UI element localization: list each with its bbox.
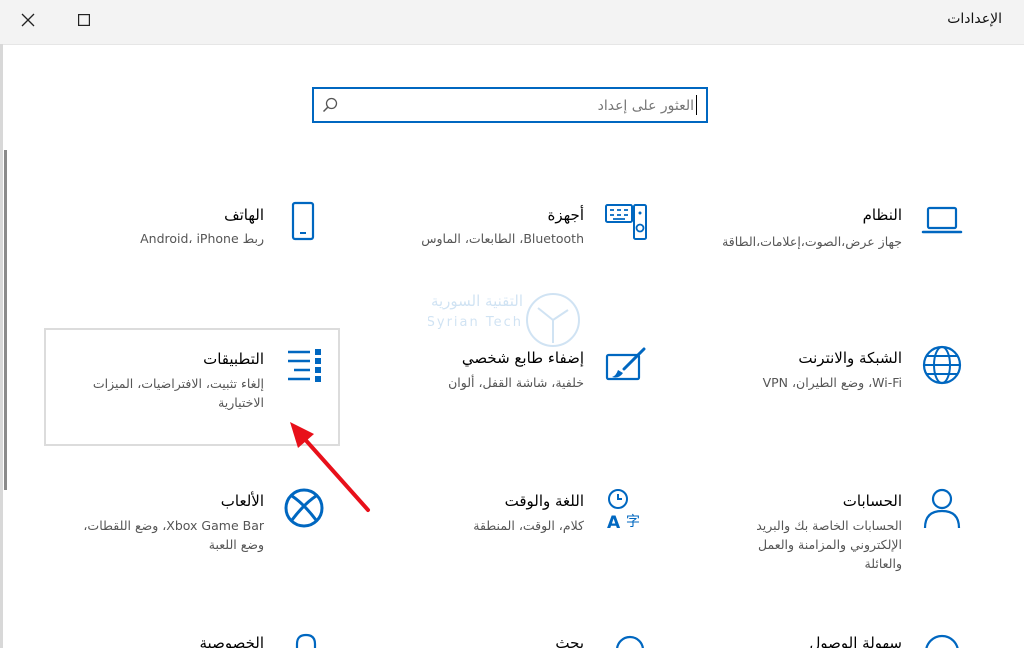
window-left-edge (0, 44, 3, 648)
svg-text:字: 字 (626, 514, 640, 530)
search-icon (322, 97, 338, 117)
apps-list-icon (288, 349, 321, 382)
tile-description: ربط Android، iPhone (140, 231, 264, 246)
tile-title: أجهزة (547, 206, 585, 224)
tile-description: كلام، الوقت، المنطقة (473, 518, 584, 533)
tile-phone[interactable]: الهاتف ربط Android، iPhone (40, 190, 340, 300)
tile-description: Wi-Fi، وضع الطيران، VPN (762, 375, 902, 390)
tile-description: Xbox Game Bar، وضع اللقطات، وضع اللعبة (83, 518, 264, 552)
tile-title: سهولة الوصول (809, 634, 902, 648)
tile-description: جهاز عرض،الصوت،إعلامات،الطاقة (722, 234, 902, 249)
svg-text:A: A (607, 513, 621, 530)
tile-privacy[interactable]: الخصوصية (40, 624, 340, 648)
text-caret (696, 95, 697, 115)
window-title: الإعدادات (947, 11, 1002, 27)
tile-system[interactable]: النظام جهاز عرض،الصوت،إعلامات،الطاقة (690, 190, 990, 300)
ease-of-access-icon (925, 634, 959, 648)
search-input[interactable] (344, 93, 696, 119)
tile-title: إضفاء طابع شخصي (461, 349, 584, 367)
tile-personalization[interactable]: إضفاء طابع شخصي خلفية، شاشة القفل، ألوان (380, 335, 680, 445)
tile-description: خلفية، شاشة القفل، ألوان (448, 375, 584, 390)
tile-description: إلغاء تثبيت، الافتراضيات، الميزات الاختي… (92, 376, 264, 410)
phone-icon (291, 201, 315, 241)
scrollbar[interactable] (4, 150, 7, 490)
svg-text:Syrian Tech: Syrian Tech (428, 315, 523, 330)
tile-title: الشبكة والانترنت (798, 349, 902, 367)
tile-title: اللغة والوقت (504, 492, 584, 510)
tile-title: الهاتف (224, 206, 264, 224)
search-box[interactable] (312, 87, 708, 123)
keyboard-speaker-icon (605, 204, 647, 240)
tile-description: الحسابات الخاصة بك والبريد الإلكتروني وا… (756, 518, 902, 571)
tile-network[interactable]: الشبكة والانترنت Wi-Fi، وضع الطيران، VPN (690, 335, 990, 445)
title-bar: الإعدادات (0, 0, 1024, 45)
tile-title: الألعاب (220, 492, 264, 510)
maximize-button[interactable] (56, 0, 112, 40)
tile-description: Bluetooth، الطابعات، الماوس (421, 231, 584, 246)
xbox-icon (284, 488, 324, 528)
laptop-icon (921, 206, 963, 234)
paintbrush-icon (605, 347, 646, 381)
tile-time-language[interactable]: A 字 اللغة والوقت كلام، الوقت، المنطقة (380, 478, 680, 588)
close-button[interactable] (0, 0, 56, 40)
tile-apps[interactable]: التطبيقات إلغاء تثبيت، الافتراضيات، المي… (44, 328, 340, 446)
tile-title: النظام (862, 206, 902, 224)
tile-gaming[interactable]: الألعاب Xbox Game Bar، وضع اللقطات، وضع … (40, 478, 340, 588)
tile-devices[interactable]: أجهزة Bluetooth، الطابعات، الماوس (380, 190, 680, 300)
person-icon (923, 488, 961, 529)
tile-title: التطبيقات (203, 350, 264, 368)
tile-title: الخصوصية (199, 634, 264, 648)
globe-icon (922, 345, 962, 385)
tile-ease-of-access[interactable]: سهولة الوصول (690, 624, 990, 648)
tile-accounts[interactable]: الحسابات الحسابات الخاصة بك والبريد الإل… (690, 478, 990, 588)
maximize-icon (78, 14, 90, 26)
lock-icon (295, 633, 317, 648)
time-language-icon: A 字 (607, 489, 640, 530)
tile-title: بحث (555, 634, 584, 648)
tile-search[interactable]: بحث (380, 624, 680, 648)
close-icon (21, 13, 35, 27)
search-icon (616, 635, 644, 648)
tile-title: الحسابات (842, 492, 902, 510)
